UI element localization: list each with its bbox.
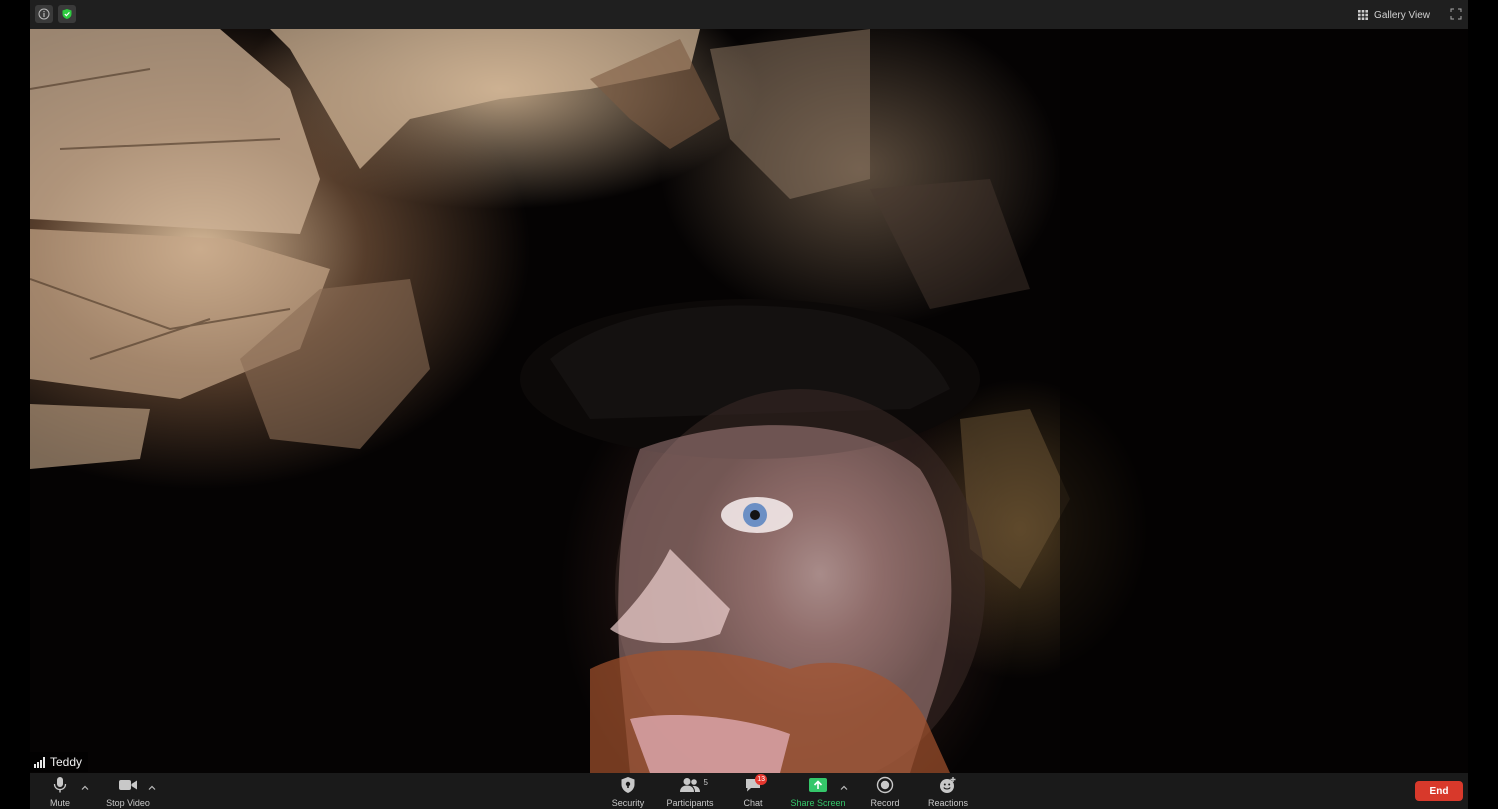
participants-button[interactable]: 5 Participants xyxy=(664,775,716,809)
microphone-icon xyxy=(53,777,67,793)
grid-icon xyxy=(1358,10,1369,20)
smiley-plus-icon xyxy=(940,777,956,793)
chat-button[interactable]: 13 Chat xyxy=(739,774,767,809)
reactions-button[interactable]: Reactions xyxy=(924,775,972,809)
end-meeting-button[interactable]: End xyxy=(1415,781,1463,801)
security-button[interactable]: Security xyxy=(608,775,648,809)
shield-icon xyxy=(621,777,635,793)
top-bar: Gallery View xyxy=(30,0,1468,29)
shield-check-icon[interactable] xyxy=(58,5,76,23)
share-screen-label: Share Screen xyxy=(790,798,846,808)
record-button[interactable]: Record xyxy=(868,775,902,809)
record-label: Record xyxy=(870,798,900,808)
participants-count: 5 xyxy=(703,778,708,787)
participant-name: Teddy xyxy=(50,755,83,769)
participants-label: Participants xyxy=(666,798,714,808)
stop-video-button[interactable]: Stop Video xyxy=(102,775,154,809)
mute-label: Mute xyxy=(49,798,70,808)
record-icon xyxy=(876,776,894,794)
chat-unread-badge: 13 xyxy=(755,774,767,785)
stop-video-label: Stop Video xyxy=(106,798,150,808)
video-options-chevron-up-icon[interactable] xyxy=(148,779,156,790)
info-icon[interactable] xyxy=(35,5,53,23)
share-options-chevron-up-icon[interactable] xyxy=(840,779,848,790)
video-frame-scene xyxy=(30,29,1468,773)
chat-label: Chat xyxy=(743,798,763,808)
video-camera-icon xyxy=(119,780,137,790)
reactions-label: Reactions xyxy=(927,798,969,808)
signal-bars-icon xyxy=(34,756,45,768)
gallery-view-label: Gallery View xyxy=(1374,9,1430,21)
gallery-view-button[interactable]: Gallery View xyxy=(1358,6,1430,24)
fullscreen-icon[interactable] xyxy=(1450,7,1464,21)
share-screen-button[interactable]: Share Screen xyxy=(788,775,848,809)
audio-options-chevron-up-icon[interactable] xyxy=(81,779,89,790)
participant-name-tag: Teddy xyxy=(30,752,89,772)
meeting-toolbar: Mute Stop Video Security 5 Participants … xyxy=(30,773,1468,809)
zoom-meeting-window: Gallery View Teddy Mute Stop Video Secur… xyxy=(0,0,1498,809)
participant-video[interactable] xyxy=(30,29,1468,773)
participants-icon xyxy=(680,778,700,792)
share-screen-arrow-icon xyxy=(809,778,827,792)
security-label: Security xyxy=(611,798,645,808)
mute-button[interactable]: Mute xyxy=(47,775,73,809)
